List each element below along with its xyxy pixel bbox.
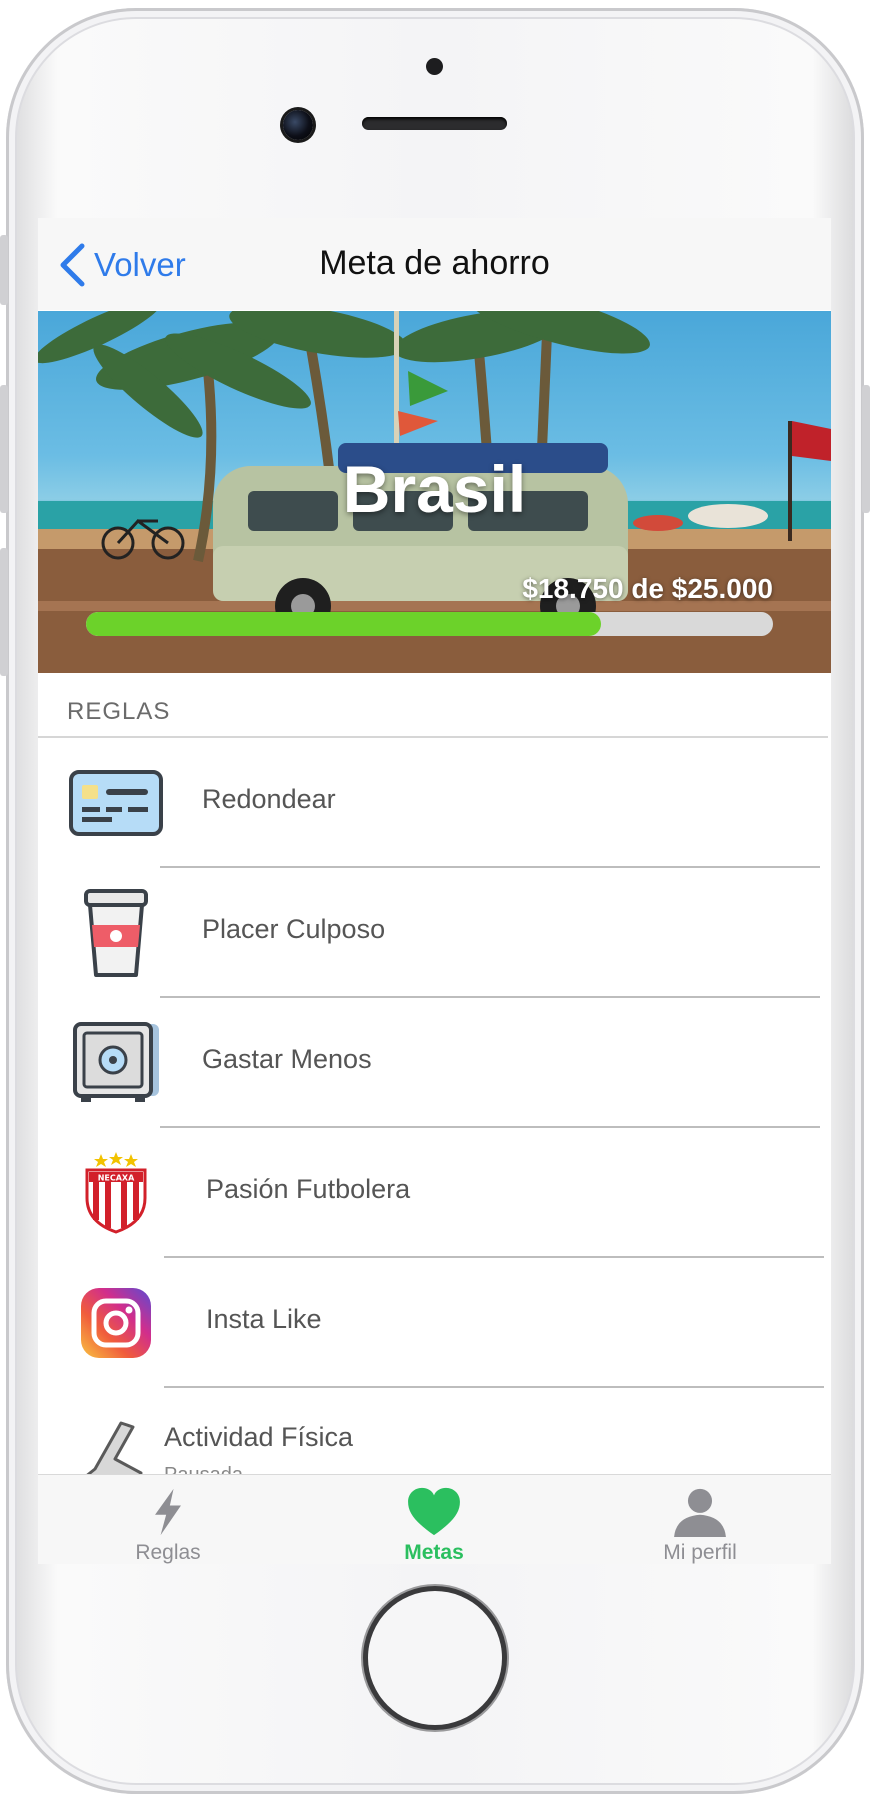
- svg-text:NECAXA: NECAXA: [98, 1174, 135, 1183]
- front-camera: [283, 110, 313, 140]
- heart-icon: [408, 1487, 460, 1536]
- rule-row-insta-like[interactable]: Insta Like: [38, 1258, 831, 1388]
- rule-label: Actividad Física: [164, 1422, 354, 1452]
- necaxa-crest-icon: NECAXA: [68, 1152, 164, 1234]
- volume-up-button: [0, 385, 8, 513]
- navigation-bar: Volver Meta de ahorro: [38, 218, 831, 310]
- person-icon: [674, 1488, 726, 1537]
- goal-progress-bar: [86, 612, 773, 636]
- app-screen: Volver Meta de ahorro Brasil $18.750 de …: [38, 218, 831, 1564]
- goal-name: Brasil: [342, 452, 527, 526]
- goal-hero-banner: Brasil $18.750 de $25.000: [38, 311, 831, 673]
- lightning-icon: [155, 1488, 181, 1536]
- coffee-cup-icon: [68, 889, 164, 977]
- earpiece-speaker: [362, 117, 507, 130]
- proximity-sensor: [426, 58, 443, 75]
- volume-down-button: [0, 548, 8, 676]
- rule-label: Placer Culposo: [202, 914, 386, 944]
- rule-row-redondear[interactable]: Redondear: [38, 738, 831, 868]
- tab-reglas[interactable]: Reglas: [68, 1475, 268, 1564]
- home-button[interactable]: [368, 1591, 502, 1725]
- rule-label: Redondear: [202, 784, 336, 814]
- rules-section-header: REGLAS: [67, 698, 171, 725]
- safe-icon: [68, 1022, 164, 1103]
- page-title: Meta de ahorro: [319, 244, 550, 282]
- rule-label: Pasión Futbolera: [206, 1174, 411, 1204]
- rule-row-gastar-menos[interactable]: Gastar Menos: [38, 998, 831, 1128]
- instagram-icon: [68, 1283, 164, 1363]
- goal-progress-fill: [86, 612, 602, 636]
- power-button: [862, 385, 870, 513]
- tab-mi-perfil[interactable]: Mi perfil: [600, 1475, 800, 1564]
- tab-bar: Reglas Metas Mi perfil: [38, 1474, 831, 1564]
- tab-label: Mi perfil: [663, 1541, 737, 1564]
- tab-metas[interactable]: Metas: [334, 1475, 534, 1564]
- tab-label: Reglas: [135, 1541, 201, 1564]
- credit-card-icon: [68, 763, 164, 843]
- mute-switch: [0, 235, 8, 305]
- rule-label: Gastar Menos: [202, 1044, 372, 1074]
- tab-label: Metas: [404, 1541, 464, 1564]
- rule-row-placer-culposo[interactable]: Placer Culposo: [38, 868, 831, 998]
- rule-row-pasion-futbolera[interactable]: NECAXA Pasión Futbolera: [38, 1128, 831, 1258]
- goal-amount: $18.750 de $25.000: [522, 573, 773, 604]
- rule-label: Insta Like: [206, 1304, 322, 1334]
